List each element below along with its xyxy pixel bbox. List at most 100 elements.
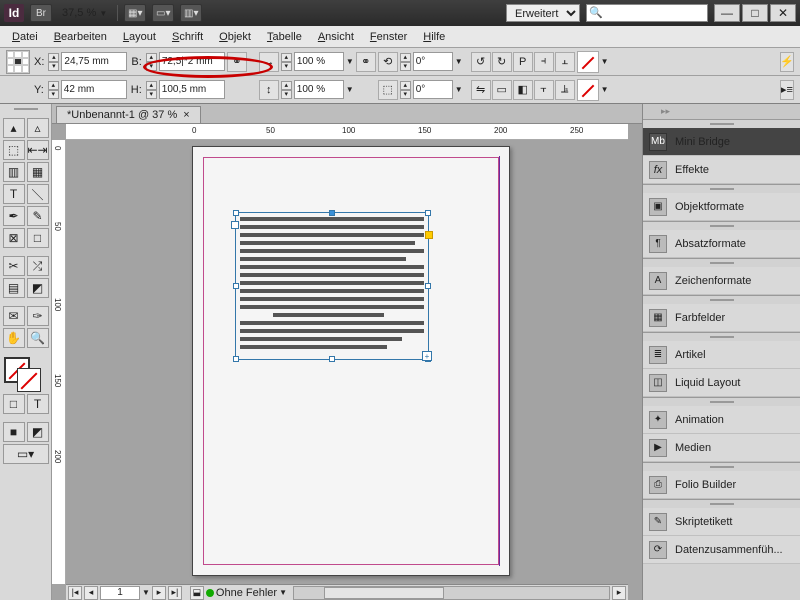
x-field[interactable] [61, 52, 127, 71]
bridge-icon[interactable]: Br [30, 4, 52, 22]
direct-selection-tool[interactable]: ▵ [27, 118, 49, 138]
apply-color-icon[interactable]: ■ [3, 422, 25, 442]
gradient-swatch-tool[interactable]: ▤ [3, 278, 25, 298]
reference-point-grid[interactable] [6, 50, 30, 74]
text-frame[interactable]: + [235, 212, 429, 360]
screen-mode-icon[interactable]: ▭▾ [152, 4, 174, 22]
first-page-button[interactable]: |◂ [68, 586, 82, 600]
in-port-icon[interactable] [231, 221, 239, 229]
menu-table[interactable]: Tabelle [261, 29, 308, 45]
menu-type[interactable]: Schrift [166, 29, 209, 45]
menu-window[interactable]: Fenster [364, 29, 413, 45]
minimize-button[interactable]: — [714, 4, 740, 22]
panel-artikel[interactable]: ≣Artikel [643, 341, 800, 369]
close-tab-icon[interactable]: × [183, 109, 189, 121]
panel-folio-builder[interactable]: ⎙Folio Builder [643, 471, 800, 499]
view-mode-icon[interactable]: ▭▾ [3, 444, 49, 464]
panel-mini-bridge[interactable]: MbMini Bridge [643, 128, 800, 156]
panel-animation[interactable]: ✦Animation [643, 406, 800, 434]
canvas[interactable]: + [66, 140, 628, 584]
collapse-panels-button[interactable]: ▸▸ [643, 104, 800, 120]
flip-h-icon[interactable]: ⇋ [471, 80, 491, 100]
panel-medien[interactable]: ▶Medien [643, 434, 800, 462]
menu-edit[interactable]: Bearbeiten [48, 29, 113, 45]
page-number-field[interactable] [100, 586, 140, 600]
apply-gradient-icon[interactable]: ◩ [27, 422, 49, 442]
menu-help[interactable]: Hilfe [417, 29, 451, 45]
scale-x-spinner[interactable]: ▴▾ [281, 53, 292, 71]
overset-plus-icon[interactable]: + [422, 351, 432, 361]
selection-tool[interactable]: ▴ [3, 118, 25, 138]
preflight-status-icon[interactable] [206, 589, 214, 597]
shear-spinner[interactable]: ▴▾ [400, 81, 411, 99]
eyedropper-tool[interactable]: ✑ [27, 306, 49, 326]
help-search-input[interactable] [586, 4, 708, 22]
prev-page-button[interactable]: ◂ [84, 586, 98, 600]
stroke-swatch-icon[interactable] [577, 79, 599, 101]
width-field[interactable] [159, 52, 225, 71]
content-placer-tool[interactable]: ▦ [27, 162, 49, 182]
panel-menu-icon[interactable]: ▸≡ [780, 80, 794, 100]
scale-x-field[interactable] [294, 52, 344, 71]
zoom-tool[interactable]: 🔍 [27, 328, 49, 348]
menu-view[interactable]: Ansicht [312, 29, 360, 45]
distribute-v-icon[interactable]: ⫡ [555, 80, 575, 100]
last-page-button[interactable]: ▸| [168, 586, 182, 600]
hand-tool[interactable]: ✋ [3, 328, 25, 348]
flip-p-icon[interactable]: P [513, 52, 533, 72]
menu-file[interactable]: DDateiatei [6, 29, 44, 45]
pen-tool[interactable]: ✒ [3, 206, 25, 226]
menu-layout[interactable]: Layout [117, 29, 162, 45]
content-collector-tool[interactable]: ▥ [3, 162, 25, 182]
transform-tool[interactable]: ⤮ [27, 256, 49, 276]
fill-stroke-swatches[interactable] [3, 356, 49, 392]
open-panel-button[interactable]: ⬓ [190, 586, 204, 600]
scroll-right-button[interactable]: ▸ [612, 586, 626, 600]
formatting-container-icon[interactable]: □ [3, 394, 25, 414]
constrain-wh-icon[interactable]: ⚭ [227, 52, 247, 72]
quick-apply-icon[interactable]: ⚡ [780, 52, 794, 72]
rotate-spinner[interactable]: ▴▾ [400, 53, 411, 71]
line-tool[interactable]: ＼ [27, 184, 49, 204]
select-container-icon[interactable]: ▭ [492, 80, 512, 100]
panel-objektformate[interactable]: ▣Objektformate [643, 193, 800, 221]
rectangle-tool[interactable]: □ [27, 228, 49, 248]
rotate-ccw-icon[interactable]: ↺ [471, 52, 491, 72]
panel-zeichenformate[interactable]: AZeichenformate [643, 267, 800, 295]
y-spinner[interactable]: ▴▾ [48, 81, 59, 99]
shear-field[interactable] [413, 80, 453, 99]
align-icon[interactable]: ⫞ [534, 52, 554, 72]
page-tool[interactable]: ⬚ [3, 140, 25, 160]
horizontal-scrollbar[interactable] [293, 586, 610, 600]
rectangle-frame-tool[interactable]: ⊠ [3, 228, 25, 248]
panel-farbfelder[interactable]: ▦Farbfelder [643, 304, 800, 332]
next-page-button[interactable]: ▸ [152, 586, 166, 600]
scale-y-field[interactable] [294, 80, 344, 99]
h-spinner[interactable]: ▴▾ [146, 81, 157, 99]
select-content-icon[interactable]: ◧ [513, 80, 533, 100]
panel-absatzformate[interactable]: ¶Absatzformate [643, 230, 800, 258]
align-v-icon[interactable]: ⫟ [534, 80, 554, 100]
horizontal-ruler[interactable]: 0 50 100 150 200 250 [66, 124, 628, 140]
rotate-field[interactable] [413, 52, 453, 71]
y-field[interactable] [61, 80, 127, 99]
panel-effekte[interactable]: fxEffekte [643, 156, 800, 184]
pencil-tool[interactable]: ✎ [27, 206, 49, 226]
type-tool[interactable]: T [3, 184, 25, 204]
zoom-display[interactable]: 37,5 % ▼ [58, 7, 111, 19]
workspace-switcher[interactable]: Erweitert [506, 4, 580, 22]
panel-datenzusammenfuehrung[interactable]: ⟳Datenzusammenfüh... [643, 536, 800, 564]
view-options-icon[interactable]: ▦▾ [124, 4, 146, 22]
rotate-cw-icon[interactable]: ↻ [492, 52, 512, 72]
note-tool[interactable]: ✉ [3, 306, 25, 326]
scale-y-spinner[interactable]: ▴▾ [281, 81, 292, 99]
out-port-icon[interactable] [425, 231, 433, 239]
page[interactable]: + [192, 146, 510, 576]
distribute-icon[interactable]: ⫠ [555, 52, 575, 72]
gap-tool[interactable]: ⇤⇥ [27, 140, 49, 160]
maximize-button[interactable]: □ [742, 4, 768, 22]
fill-swatch-icon[interactable] [577, 51, 599, 73]
vertical-ruler[interactable]: 0 50 100 150 200 [52, 140, 66, 584]
formatting-text-icon[interactable]: T [27, 394, 49, 414]
height-field[interactable] [159, 80, 225, 99]
